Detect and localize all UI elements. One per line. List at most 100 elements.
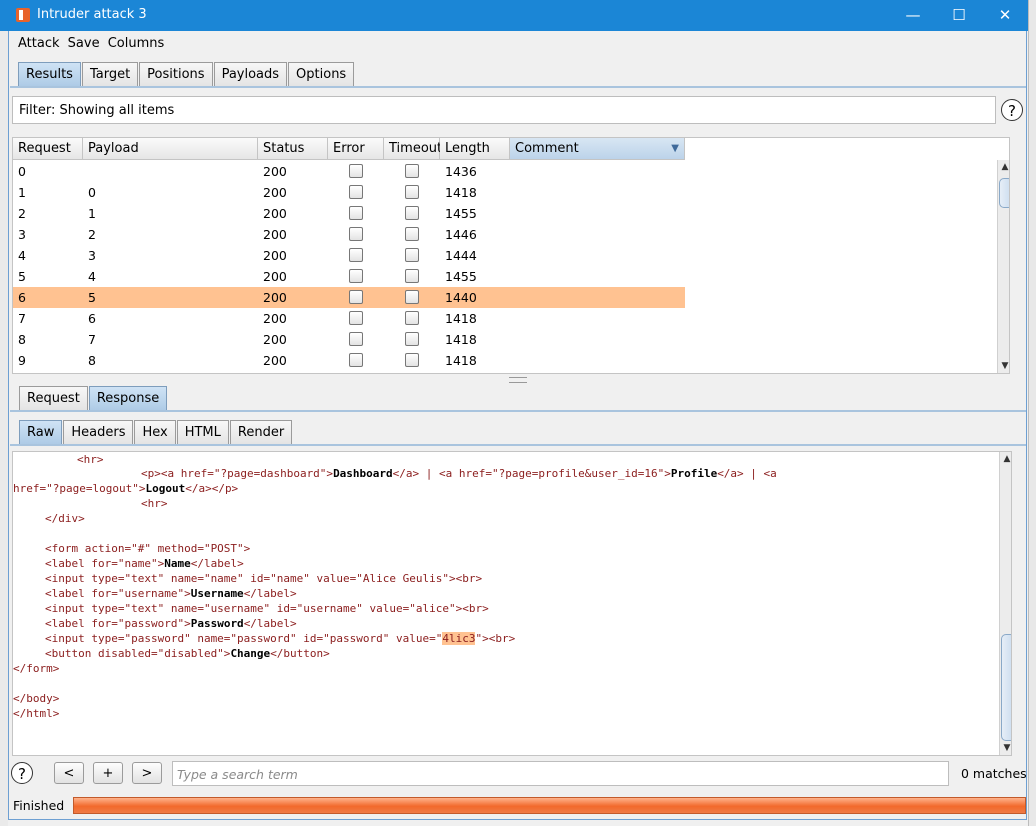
table-row[interactable]: 2 1 200 1455	[13, 203, 685, 224]
error-checkbox[interactable]	[349, 269, 363, 283]
tab-target[interactable]: Target	[81, 62, 139, 86]
tab-response[interactable]: Response	[88, 386, 168, 410]
code-line: <label for="name">Name</label>	[45, 557, 244, 570]
error-checkbox[interactable]	[349, 311, 363, 325]
col-request[interactable]: Request	[13, 138, 83, 160]
tab-headers[interactable]: Headers	[63, 420, 134, 444]
cell-length: 1444	[445, 248, 477, 263]
menu-attack[interactable]: Attack	[18, 33, 60, 51]
code-line: <input type="text" name="name" id="name"…	[45, 572, 483, 585]
table-row[interactable]: 5 4 200 1455	[13, 266, 685, 287]
tab-request[interactable]: Request	[19, 386, 88, 410]
error-checkbox[interactable]	[349, 164, 363, 178]
cell-status: 200	[263, 290, 287, 305]
results-scrollbar[interactable]: ▲ ▼	[997, 160, 1009, 373]
search-help-icon[interactable]: ?	[11, 762, 33, 784]
timeout-checkbox[interactable]	[405, 248, 419, 262]
response-raw-viewer[interactable]: <hr> <p><a href="?page=dashboard">Dashbo…	[12, 451, 1012, 756]
error-checkbox[interactable]	[349, 353, 363, 367]
col-timeout[interactable]: Timeout	[384, 138, 442, 160]
cell-status: 200	[263, 248, 287, 263]
menu-save[interactable]: Save	[68, 33, 100, 51]
next-match-button[interactable]: >	[132, 762, 162, 784]
tab-render[interactable]: Render	[229, 420, 293, 444]
timeout-checkbox[interactable]	[405, 353, 419, 367]
col-error[interactable]: Error	[328, 138, 384, 160]
cell-length: 1418	[445, 311, 477, 326]
filter-help-icon[interactable]: ?	[1001, 99, 1023, 121]
timeout-checkbox[interactable]	[405, 164, 419, 178]
timeout-checkbox[interactable]	[405, 269, 419, 283]
table-row[interactable]: 8 7 200 1418	[13, 329, 685, 350]
error-checkbox[interactable]	[349, 248, 363, 262]
cell-request: 6	[18, 290, 26, 305]
code-line: <form action="#" method="POST">	[45, 542, 251, 555]
table-row[interactable]: 7 6 200 1418	[13, 308, 685, 329]
tab-raw[interactable]: Raw	[19, 420, 63, 444]
search-highlight: 4lic3	[442, 632, 476, 645]
tab-html[interactable]: HTML	[176, 420, 229, 444]
match-count: 0 matches	[961, 766, 1027, 781]
add-search-button[interactable]: +	[93, 762, 123, 784]
cell-request: 7	[18, 311, 26, 326]
attack-progress-bar	[73, 797, 1026, 814]
scroll-down-icon[interactable]: ▼	[998, 361, 1009, 371]
tab-options[interactable]: Options	[288, 62, 355, 86]
tab-positions[interactable]: Positions	[139, 62, 213, 86]
col-payload[interactable]: Payload	[83, 138, 258, 160]
scroll-up-icon[interactable]: ▲	[998, 162, 1009, 172]
cell-request: 2	[18, 206, 26, 221]
col-length[interactable]: Length	[440, 138, 510, 160]
search-input[interactable]: Type a search term	[172, 761, 949, 786]
pane-splitter-handle[interactable]	[509, 377, 527, 383]
timeout-checkbox[interactable]	[405, 227, 419, 241]
tab-hex[interactable]: Hex	[134, 420, 176, 444]
table-row[interactable]: 0 200 1436	[13, 161, 685, 182]
tab-results[interactable]: Results	[18, 62, 81, 86]
cell-request: 9	[18, 353, 26, 368]
maximize-button[interactable]: ☐	[936, 0, 982, 31]
cell-length: 1455	[445, 206, 477, 221]
previous-match-button[interactable]: <	[54, 762, 84, 784]
col-status[interactable]: Status	[258, 138, 328, 160]
results-scroll-thumb[interactable]	[999, 178, 1009, 208]
close-button[interactable]: ✕	[982, 0, 1028, 31]
error-checkbox[interactable]	[349, 227, 363, 241]
table-row[interactable]: 9 8 200 1418	[13, 350, 685, 371]
cell-length: 1455	[445, 269, 477, 284]
code-scrollbar[interactable]: ▲ ▼	[999, 452, 1011, 755]
error-checkbox[interactable]	[349, 206, 363, 220]
tab-payloads[interactable]: Payloads	[213, 62, 288, 86]
code-line: <label for="password">Password</label>	[45, 617, 297, 630]
cell-request: 1	[18, 185, 26, 200]
timeout-checkbox[interactable]	[405, 332, 419, 346]
error-checkbox[interactable]	[349, 290, 363, 304]
cell-payload: 0	[88, 185, 96, 200]
cell-payload: 5	[88, 290, 96, 305]
cell-status: 200	[263, 332, 287, 347]
minimize-button[interactable]: —	[890, 0, 936, 31]
menu-columns[interactable]: Columns	[108, 33, 165, 51]
message-tab-bar: Request Response	[19, 386, 168, 410]
cell-request: 8	[18, 332, 26, 347]
col-comment[interactable]: Comment ▼	[510, 138, 685, 160]
timeout-checkbox[interactable]	[405, 311, 419, 325]
cell-request: 0	[18, 164, 26, 179]
cell-payload: 7	[88, 332, 96, 347]
table-row[interactable]: 4 3 200 1444	[13, 245, 685, 266]
table-row[interactable]: 6 5 200 1440	[13, 287, 685, 308]
code-scroll-thumb[interactable]	[1001, 634, 1011, 741]
table-row[interactable]: 1 0 200 1418	[13, 182, 685, 203]
scroll-down-icon[interactable]: ▼	[1000, 743, 1011, 753]
code-line: </div>	[45, 512, 85, 525]
code-line: <input type="text" name="username" id="u…	[45, 602, 489, 615]
error-checkbox[interactable]	[349, 185, 363, 199]
cell-length: 1440	[445, 290, 477, 305]
scroll-up-icon[interactable]: ▲	[1000, 454, 1011, 464]
timeout-checkbox[interactable]	[405, 185, 419, 199]
filter-bar[interactable]: Filter: Showing all items	[12, 96, 996, 124]
timeout-checkbox[interactable]	[405, 290, 419, 304]
error-checkbox[interactable]	[349, 332, 363, 346]
table-row[interactable]: 3 2 200 1446	[13, 224, 685, 245]
timeout-checkbox[interactable]	[405, 206, 419, 220]
